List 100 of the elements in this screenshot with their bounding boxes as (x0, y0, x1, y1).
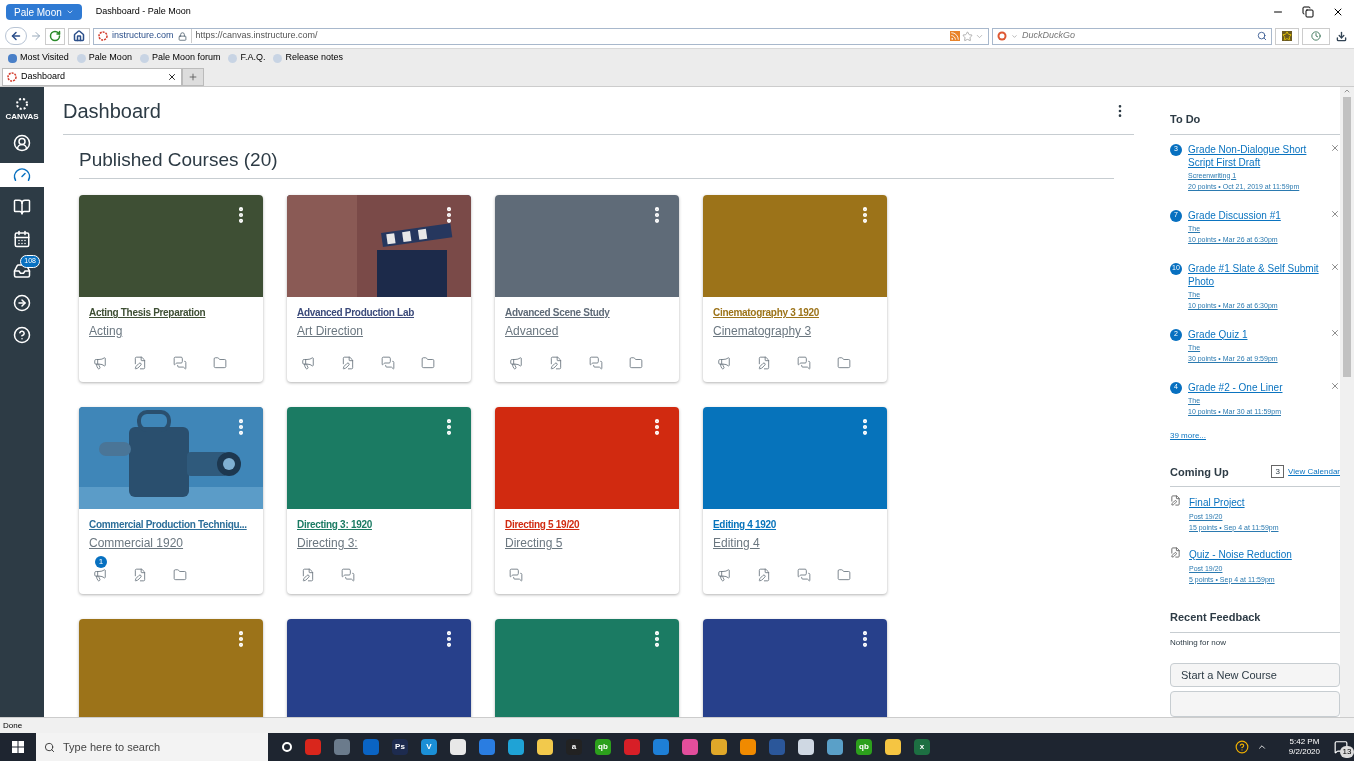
feed-icon[interactable] (950, 31, 960, 41)
new-tab-button[interactable] (182, 68, 204, 86)
discussion-icon[interactable] (589, 356, 603, 370)
taskbar-app-icon[interactable] (363, 739, 379, 755)
taskbar-app-icon[interactable]: x (914, 739, 930, 755)
search-icon[interactable] (1257, 31, 1267, 41)
files-icon[interactable] (173, 568, 187, 582)
discussion-icon[interactable] (509, 568, 523, 582)
bookmarks-button[interactable] (1275, 27, 1299, 45)
assignment-icon[interactable] (133, 568, 147, 582)
assignment-icon[interactable] (757, 356, 771, 370)
taskbar-app-icon[interactable] (508, 739, 524, 755)
discussion-icon[interactable] (341, 568, 355, 582)
course-title-link[interactable]: Cinematography 3 1920 (713, 305, 819, 320)
course-code-link[interactable]: Advanced (505, 322, 669, 340)
files-icon[interactable] (837, 356, 851, 370)
canvas-logo[interactable]: CANVAS (5, 97, 39, 123)
bookmark-item[interactable]: Release notes (273, 51, 343, 65)
assignment-icon[interactable] (549, 356, 563, 370)
discussion-icon[interactable] (797, 356, 811, 370)
tray-icon[interactable] (1256, 742, 1267, 752)
scrollbar[interactable] (1340, 87, 1354, 717)
bookmark-item[interactable]: Pale Moon (76, 51, 132, 65)
course-card[interactable]: Commercial Production Techniqu... Commercial 1920 1 (79, 407, 263, 594)
course-code-link[interactable]: Editing 4 (713, 534, 877, 552)
taskbar-app-icon[interactable]: V (421, 739, 437, 755)
discussion-icon[interactable] (381, 356, 395, 370)
assignment-icon[interactable] (341, 356, 355, 370)
course-code-link[interactable]: Commercial 1920 (89, 534, 253, 552)
announcement-icon[interactable] (509, 356, 523, 370)
announcement-icon[interactable] (717, 568, 731, 582)
taskbar-app-icon[interactable] (740, 739, 756, 755)
files-icon[interactable] (213, 356, 227, 370)
taskbar-app-icon[interactable] (653, 739, 669, 755)
view-calendar-link[interactable]: View Calendar (1288, 465, 1340, 478)
files-icon[interactable] (837, 568, 851, 582)
start-course-button[interactable]: Start a New Course (1170, 662, 1340, 687)
taskbar-app-icon[interactable]: qb (856, 739, 872, 755)
close-icon[interactable] (167, 72, 177, 82)
app-menu-button[interactable]: Pale Moon (6, 4, 82, 20)
course-card[interactable]: Acting Thesis Preparation Acting (79, 195, 263, 382)
reload-button[interactable] (45, 27, 65, 45)
discussion-icon[interactable] (173, 356, 187, 370)
taskbar-app-icon[interactable]: Ps (392, 739, 408, 755)
todo-link[interactable]: Grade Discussion #1 (1188, 208, 1324, 222)
files-icon[interactable] (629, 356, 643, 370)
bookmark-item[interactable]: Pale Moon forum (139, 51, 221, 65)
taskbar-app-icon[interactable] (624, 739, 640, 755)
todo-link[interactable]: Grade #1 Slate & Self Submit Photo (1188, 261, 1324, 288)
announcement-icon[interactable] (93, 568, 107, 582)
taskbar-search-field[interactable]: Type here to search (36, 733, 268, 761)
announcement-icon[interactable] (301, 356, 315, 370)
bookmark-item[interactable]: F.A.Q. (228, 51, 266, 65)
taskbar-app-icon[interactable] (537, 739, 553, 755)
todo-link[interactable]: Grade Non-Dialogue Short Script First Draft (1188, 142, 1324, 169)
taskbar-app-icon[interactable] (334, 739, 350, 755)
assignment-icon[interactable] (301, 568, 315, 582)
taskbar-app-icon[interactable]: a (566, 739, 582, 755)
course-code-link[interactable]: Cinematography 3 (713, 322, 877, 340)
todo-link[interactable]: Grade #2 - One Liner (1188, 380, 1324, 394)
taskbar-app-icon[interactable] (798, 739, 814, 755)
course-title-link[interactable]: Acting Thesis Preparation (89, 305, 206, 320)
course-title-link[interactable]: Advanced Production Lab (297, 305, 414, 320)
course-code-link[interactable]: Acting (89, 322, 253, 340)
home-button[interactable] (68, 27, 90, 45)
course-title-link[interactable]: Advanced Scene Study (505, 305, 610, 320)
course-title-link[interactable]: Commercial Production Techniqu... (89, 517, 247, 532)
course-card[interactable]: Advanced Production Lab Art Direction (287, 195, 471, 382)
scrollbar-thumb[interactable] (1343, 97, 1351, 377)
course-code-link[interactable]: Directing 3: (297, 534, 461, 552)
course-code-link[interactable]: Directing 5 (505, 534, 669, 552)
bookmark-item[interactable]: Most Visited (8, 51, 69, 65)
taskbar-app-icon[interactable] (711, 739, 727, 755)
course-card[interactable]: Directing 5 19/20 Directing 5 (495, 407, 679, 594)
announcement-icon[interactable] (93, 356, 107, 370)
assignment-link[interactable]: Final Project (1189, 495, 1279, 510)
assignment-icon[interactable] (133, 356, 147, 370)
star-icon[interactable] (962, 30, 973, 42)
taskbar-app-icon[interactable] (305, 739, 321, 755)
course-code-link[interactable]: Art Direction (297, 322, 461, 340)
close-icon[interactable] (1332, 6, 1344, 18)
course-card[interactable]: Advanced Scene Study Advanced (495, 195, 679, 382)
restore-icon[interactable] (1302, 6, 1314, 18)
files-icon[interactable] (421, 356, 435, 370)
search-field[interactable]: DuckDuckGo (992, 27, 1272, 45)
announcement-icon[interactable] (717, 356, 731, 370)
more-link[interactable]: 39 more... (1170, 429, 1340, 442)
taskbar-app-icon[interactable] (479, 739, 495, 755)
todo-link[interactable]: Grade Quiz 1 (1188, 327, 1324, 341)
browser-tab[interactable]: Dashboard (2, 68, 182, 86)
taskbar-app-icon[interactable] (450, 739, 466, 755)
course-card[interactable]: Directing 3: 1920 Directing 3: (287, 407, 471, 594)
search-input[interactable]: DuckDuckGo (1022, 29, 1253, 43)
address-field[interactable]: instructure.com https://canvas.instructure.com/ (93, 27, 989, 45)
course-card[interactable]: Editing 4 1920 Editing 4 (703, 407, 887, 594)
taskbar-app-icon[interactable] (682, 739, 698, 755)
help-icon[interactable] (1234, 740, 1249, 754)
taskbar-app-icon[interactable] (827, 739, 843, 755)
assignment-icon[interactable] (757, 568, 771, 582)
cortana-icon[interactable] (282, 742, 292, 752)
